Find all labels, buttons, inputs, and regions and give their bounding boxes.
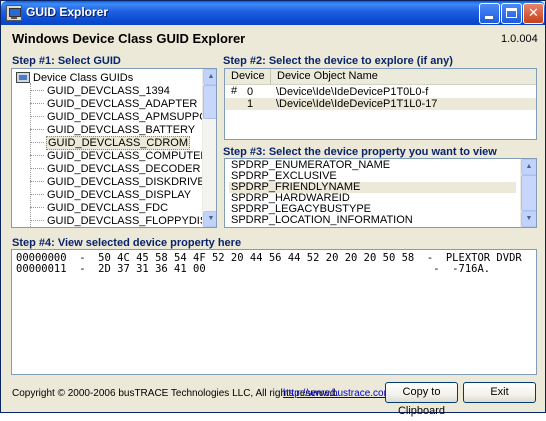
maximize-button[interactable] <box>501 3 522 24</box>
tree-connector <box>30 90 44 91</box>
tree-item-label: GUID_DEVCLASS_1394 <box>47 84 170 97</box>
computer-icon <box>16 72 30 83</box>
copy-to-clipboard-button[interactable]: Copy to Clipboard <box>385 382 458 417</box>
device-object-name-cell: \Device\Ide\IdeDeviceP1T0L0-f <box>276 86 429 98</box>
window-title: GUID Explorer <box>26 5 109 19</box>
hex-line: 00000011 - 2D 37 31 36 41 00 - -716A. <box>16 263 491 275</box>
tree-connector <box>30 103 44 104</box>
tree-item-label: GUID_DEVCLASS_DISPLAY <box>47 188 192 201</box>
tree-item-label: GUID_DEVCLASS_BATTERY <box>47 123 196 136</box>
app-heading: Windows Device Class GUID Explorer <box>12 31 246 46</box>
tree-item-label: GUID_DEVCLASS_CDROM <box>46 135 190 150</box>
exit-button[interactable]: Exit <box>463 382 536 403</box>
tree-item-label: GUID_DEVCLASS_DECODER <box>47 162 201 175</box>
app-icon <box>6 5 22 21</box>
device-number-cell: 1 <box>246 98 254 110</box>
version-label: 1.0.004 <box>501 33 538 45</box>
close-icon: ✕ <box>528 5 539 20</box>
device-row[interactable]: 1 \Device\Ide\IdeDeviceP1T1L0-17 <box>225 98 536 110</box>
tree-item[interactable]: GUID_DEVCLASS_COMPUTER <box>30 149 202 162</box>
tree-connector <box>30 207 44 208</box>
scroll-thumb[interactable] <box>203 85 216 119</box>
device-object-name-cell: \Device\Ide\IdeDeviceP1T1L0-17 <box>276 98 438 110</box>
step3-label: Step #3: Select the device property you … <box>223 146 497 158</box>
column-header-device-number[interactable]: Device # <box>225 69 271 97</box>
tree-item-label: GUID_DEVCLASS_DISKDRIVE <box>47 175 202 188</box>
device-list[interactable]: Device # Device Object Name 0 \Device\Ide… <box>224 68 537 140</box>
step2-label: Step #2: Select the device to explore (i… <box>223 55 453 67</box>
device-list-header: Device # Device Object Name <box>225 69 536 97</box>
minimize-icon <box>485 16 493 19</box>
tree-connector <box>30 155 44 156</box>
tree-item-label: GUID_DEVCLASS_APMSUPPORT <box>47 110 202 123</box>
tree-item[interactable]: GUID_DEVCLASS_DECODER <box>30 162 201 175</box>
tree-item-label: GUID_DEVCLASS_COMPUTER <box>47 149 202 162</box>
device-number-cell: 0 <box>246 86 254 98</box>
tree-item[interactable]: GUID_DEVCLASS_CDROM <box>30 135 190 150</box>
tree-item[interactable]: GUID_DEVCLASS_DISKDRIVE <box>30 175 202 188</box>
property-hex-view[interactable]: 00000000 - 50 4C 45 58 54 4F 52 20 44 56… <box>11 249 537 375</box>
scroll-down-button[interactable]: ▼ <box>203 211 216 227</box>
tree-item-label: GUID_DEVCLASS_FLOPPYDISK <box>47 214 202 227</box>
column-header-device-object-name[interactable]: Device Object Name <box>271 69 536 85</box>
step4-label: Step #4: View selected device property h… <box>12 237 242 249</box>
tree-item[interactable]: GUID_DEVCLASS_BATTERY <box>30 123 196 136</box>
tree-connector <box>30 181 44 182</box>
maximize-icon <box>506 8 517 18</box>
scroll-thumb[interactable] <box>521 175 536 211</box>
scroll-down-button[interactable]: ▼ <box>521 211 536 227</box>
close-button[interactable]: ✕ <box>523 3 544 24</box>
tree-item[interactable]: GUID_DEVCLASS_FLOPPYDISK <box>30 214 202 227</box>
property-item[interactable]: SPDRP_LOCATION_INFORMATION <box>229 215 516 226</box>
website-link[interactable]: http://www.bustrace.com <box>283 388 392 399</box>
device-row[interactable]: 0 \Device\Ide\IdeDeviceP1T0L0-f <box>225 86 536 98</box>
guid-tree[interactable]: Device Class GUIDs GUID_DEVCLASS_1394 GUI… <box>11 68 217 228</box>
minimize-button[interactable] <box>479 3 500 24</box>
tree-connector <box>30 220 44 221</box>
tree-root[interactable]: Device Class GUIDs <box>16 71 133 84</box>
scroll-up-button[interactable]: ▲ <box>521 159 536 175</box>
tree-scrollbar[interactable]: ▲ ▼ <box>202 69 216 227</box>
scroll-up-button[interactable]: ▲ <box>203 69 216 85</box>
tree-item[interactable]: GUID_DEVCLASS_FDC <box>30 201 169 214</box>
step1-label: Step #1: Select GUID <box>12 55 121 67</box>
tree-connector <box>30 116 44 117</box>
tree-item[interactable]: GUID_DEVCLASS_1394 <box>30 84 171 97</box>
title-bar[interactable]: GUID Explorer ✕ <box>1 1 545 25</box>
app-window: GUID Explorer ✕ Windows Device Class GUI… <box>0 0 546 417</box>
property-scrollbar[interactable]: ▲ ▼ <box>520 159 536 227</box>
tree-connector <box>30 142 44 143</box>
tree-item[interactable]: GUID_DEVCLASS_ADAPTER <box>30 97 198 110</box>
tree-item-label: GUID_DEVCLASS_FDC <box>47 201 169 214</box>
tree-root-label: Device Class GUIDs <box>33 71 134 84</box>
tree-connector <box>30 194 44 195</box>
property-list[interactable]: SPDRP_ENUMERATOR_NAME SPDRP_EXCLUSIVE SPDR… <box>224 158 537 228</box>
tree-connector <box>30 129 44 130</box>
tree-item-label: GUID_DEVCLASS_ADAPTER <box>47 97 198 110</box>
tree-item[interactable]: GUID_DEVCLASS_APMSUPPORT <box>30 110 202 123</box>
tree-connector <box>30 168 44 169</box>
tree-item[interactable]: GUID_DEVCLASS_DISPLAY <box>30 188 192 201</box>
